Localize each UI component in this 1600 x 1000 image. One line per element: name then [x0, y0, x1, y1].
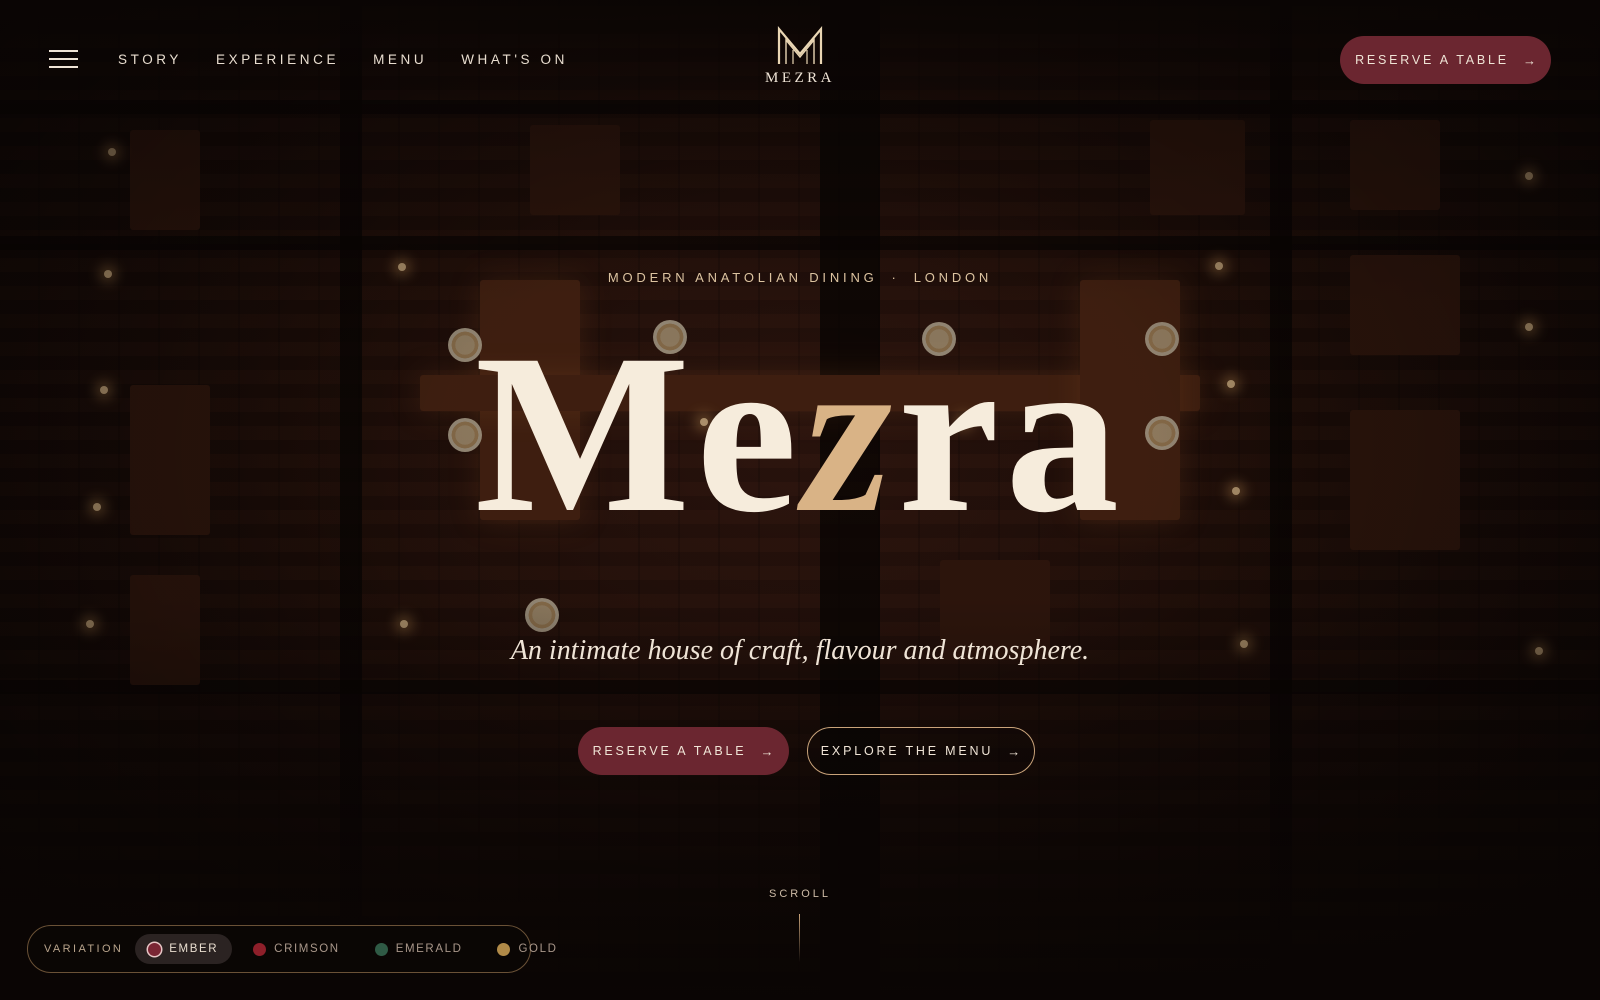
arrow-right-icon: → [1007, 743, 1021, 759]
hamburger-bar [49, 66, 78, 68]
hero-eyebrow: MODERN ANATOLIAN DINING · LONDON [0, 270, 1600, 285]
hero-cta-group: RESERVE A TABLE → EXPLORE THE MENU → [0, 727, 1600, 775]
variation-label: VARIATION [44, 943, 124, 955]
hero-title: Mezra [0, 320, 1600, 548]
explore-menu-button[interactable]: EXPLORE THE MENU → [806, 727, 1035, 775]
nav-experience[interactable]: EXPERIENCE [216, 52, 339, 67]
variation-switcher: VARIATION EMBER CRIMSON EMERALD GOLD [27, 925, 556, 973]
hero-title-accent: z [803, 308, 898, 560]
header-reserve-button[interactable]: RESERVE A TABLE → [1340, 36, 1551, 84]
nav-whats-on[interactable]: WHAT'S ON [461, 52, 568, 67]
swatch-dot-icon [497, 942, 511, 956]
hero-reserve-button[interactable]: RESERVE A TABLE → [577, 727, 789, 775]
header-reserve-label: RESERVE A TABLE [1355, 53, 1509, 67]
variation-option-ember[interactable]: EMBER [135, 934, 233, 964]
variation-option-gold[interactable]: GOLD [484, 934, 571, 964]
hamburger-icon[interactable] [49, 50, 78, 68]
brand-name: MEZRA [765, 70, 835, 86]
site-header: STORY EXPERIENCE MENU WHAT'S ON MEZRA RE… [0, 0, 1600, 110]
mezra-monogram-icon [777, 26, 823, 64]
scroll-indicator-line [799, 914, 800, 962]
primary-nav: STORY EXPERIENCE MENU WHAT'S ON [118, 52, 602, 67]
scroll-indicator-label[interactable]: SCROLL [740, 888, 860, 900]
hero-title-part1: Me [474, 308, 804, 560]
hamburger-bar [49, 50, 78, 52]
hero-tagline: An intimate house of craft, flavour and … [510, 635, 1090, 666]
arrow-right-icon: → [1522, 52, 1536, 68]
variation-option-label: EMBER [169, 943, 219, 955]
explore-menu-label: EXPLORE THE MENU [820, 744, 994, 758]
arrow-right-icon: → [760, 743, 774, 759]
hamburger-bar [49, 58, 78, 60]
variation-option-label: GOLD [518, 943, 558, 955]
hero-reserve-label: RESERVE A TABLE [592, 744, 747, 758]
brand-logo[interactable]: MEZRA [750, 26, 850, 87]
eyebrow-cuisine: MODERN ANATOLIAN DINING [607, 270, 878, 285]
variation-option-emerald[interactable]: EMERALD [362, 934, 477, 964]
hero-title-part2: ra [897, 308, 1126, 560]
nav-story[interactable]: STORY [118, 52, 182, 67]
swatch-dot-icon [148, 942, 162, 956]
variation-option-label: CRIMSON [274, 943, 340, 955]
swatch-dot-icon [253, 942, 267, 956]
eyebrow-city: LONDON [913, 270, 993, 285]
nav-menu[interactable]: MENU [373, 52, 427, 67]
variation-option-label: EMERALD [395, 943, 463, 955]
swatch-dot-icon [374, 942, 388, 956]
variation-option-crimson[interactable]: CRIMSON [240, 934, 354, 964]
eyebrow-separator: · [891, 270, 900, 285]
